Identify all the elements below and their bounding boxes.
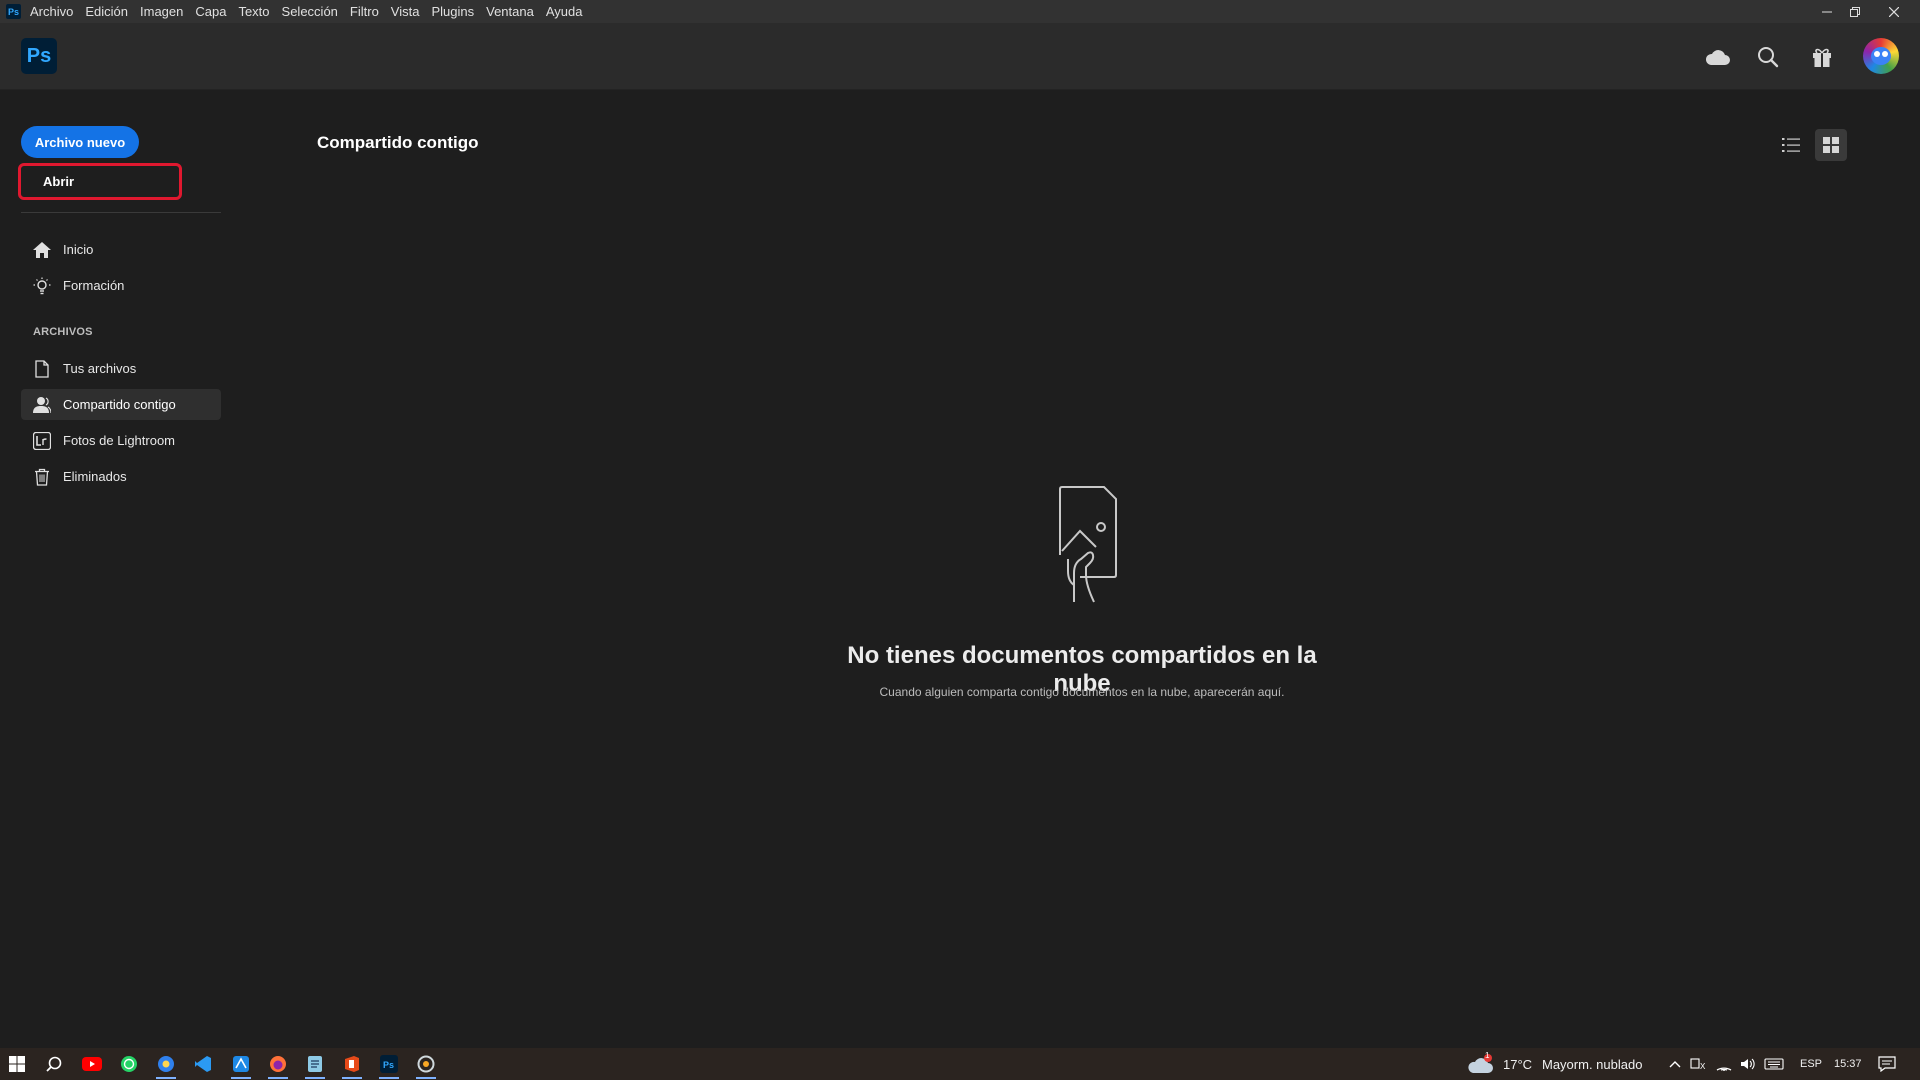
- vscode-icon[interactable]: [190, 1052, 216, 1076]
- sidebar-item-formacion[interactable]: Formación: [21, 270, 221, 301]
- keyboard-icon[interactable]: [1761, 1052, 1787, 1076]
- menu-imagen[interactable]: Imagen: [140, 4, 183, 19]
- restore-icon[interactable]: [1841, 0, 1869, 23]
- menu-vista[interactable]: Vista: [391, 4, 420, 19]
- sidebar-item-label: Compartido contigo: [63, 397, 176, 412]
- app-icon[interactable]: [228, 1052, 254, 1079]
- person-icon: [32, 395, 52, 415]
- whatsapp-icon[interactable]: [116, 1052, 142, 1076]
- photoshop-icon[interactable]: Ps: [376, 1052, 402, 1079]
- grid-view-icon[interactable]: [1815, 129, 1847, 161]
- avatar[interactable]: [1863, 38, 1899, 74]
- sidebar-item-fotos-lightroom[interactable]: Fotos de Lightroom: [21, 425, 221, 456]
- menu-plugins[interactable]: Plugins: [431, 4, 474, 19]
- cloud-icon[interactable]: [1705, 44, 1731, 70]
- sidebar-item-compartido-contigo[interactable]: Compartido contigo: [21, 389, 221, 420]
- menu-capa[interactable]: Capa: [195, 4, 226, 19]
- svg-text:Ps: Ps: [383, 1060, 394, 1070]
- weather-temperature[interactable]: 17°C: [1503, 1057, 1532, 1072]
- sidebar-item-label: Formación: [63, 278, 125, 293]
- sidebar-item-label: Fotos de Lightroom: [63, 433, 176, 448]
- volume-icon[interactable]: [1735, 1052, 1761, 1076]
- chevron-up-icon[interactable]: [1662, 1052, 1688, 1076]
- menu-seleccion[interactable]: Selección: [282, 4, 338, 19]
- sidebar-item-eliminados[interactable]: Eliminados: [21, 461, 221, 492]
- taskbar: Ps 1 17°C Mayorm. nublado X ESP 15:37: [0, 1048, 1920, 1080]
- app-icon[interactable]: [413, 1052, 439, 1079]
- avatar-eye-right: [1882, 51, 1888, 57]
- close-icon[interactable]: [1880, 0, 1908, 23]
- home-icon: [32, 240, 52, 260]
- page-title: Compartido contigo: [317, 133, 479, 152]
- sidebar-divider: [21, 212, 221, 213]
- sidebar-item-inicio[interactable]: Inicio: [21, 234, 221, 265]
- gift-icon[interactable]: [1809, 44, 1835, 70]
- open-button[interactable]: Abrir: [18, 163, 182, 200]
- lightroom-icon: [32, 431, 52, 451]
- lightbulb-icon: [32, 276, 52, 296]
- wifi-icon[interactable]: [1711, 1052, 1737, 1076]
- menu-ayuda[interactable]: Ayuda: [546, 4, 583, 19]
- sidebar-item-label: Inicio: [63, 242, 94, 257]
- menu-archivo[interactable]: Archivo: [30, 4, 73, 19]
- language-indicator[interactable]: ESP: [1800, 1058, 1822, 1070]
- menu-edicion[interactable]: Edición: [85, 4, 128, 19]
- search-icon[interactable]: [1755, 44, 1781, 70]
- minimize-icon[interactable]: [1813, 0, 1841, 23]
- office-icon[interactable]: [339, 1052, 365, 1079]
- section-label-archivos: ARCHIVOS: [33, 326, 93, 338]
- avatar-eye-left: [1874, 51, 1880, 57]
- app-icon[interactable]: [153, 1052, 179, 1079]
- weather-icon[interactable]: [1468, 1052, 1494, 1076]
- clock[interactable]: 15:37: [1834, 1058, 1862, 1070]
- firefox-icon[interactable]: [265, 1052, 291, 1079]
- document-icon: [32, 359, 52, 379]
- ime-icon[interactable]: X: [1686, 1052, 1712, 1076]
- sidebar: Archivo nuevo Abrir Inicio Formación ARC…: [0, 90, 240, 1048]
- photoshop-logo[interactable]: Ps: [21, 38, 57, 74]
- menu-filtro[interactable]: Filtro: [350, 4, 379, 19]
- trash-icon: [32, 467, 52, 487]
- notepad-icon[interactable]: [302, 1052, 328, 1079]
- menu-bar: Ps Archivo Edición Imagen Capa Texto Sel…: [0, 0, 1920, 24]
- notification-icon[interactable]: [1874, 1052, 1900, 1076]
- weather-alert-badge: 1: [1485, 1051, 1490, 1060]
- sidebar-item-label: Eliminados: [63, 469, 127, 484]
- youtube-icon[interactable]: [79, 1052, 105, 1076]
- empty-state-subtitle: Cuando alguien comparta contigo document…: [879, 685, 1285, 699]
- start-icon[interactable]: [4, 1052, 30, 1076]
- photoshop-app-icon: Ps: [6, 4, 21, 19]
- svg-text:X: X: [1700, 1062, 1706, 1071]
- new-file-button[interactable]: Archivo nuevo: [21, 126, 139, 158]
- weather-condition[interactable]: Mayorm. nublado: [1542, 1057, 1642, 1072]
- menu-ventana[interactable]: Ventana: [486, 4, 534, 19]
- app-header: Ps: [0, 23, 1920, 90]
- empty-state-illustration: [1059, 486, 1117, 603]
- menu-texto[interactable]: Texto: [238, 4, 269, 19]
- sidebar-item-label: Tus archivos: [63, 361, 137, 376]
- sidebar-item-tus-archivos[interactable]: Tus archivos: [21, 353, 221, 384]
- search-icon[interactable]: [41, 1052, 67, 1076]
- list-view-icon[interactable]: [1775, 129, 1807, 161]
